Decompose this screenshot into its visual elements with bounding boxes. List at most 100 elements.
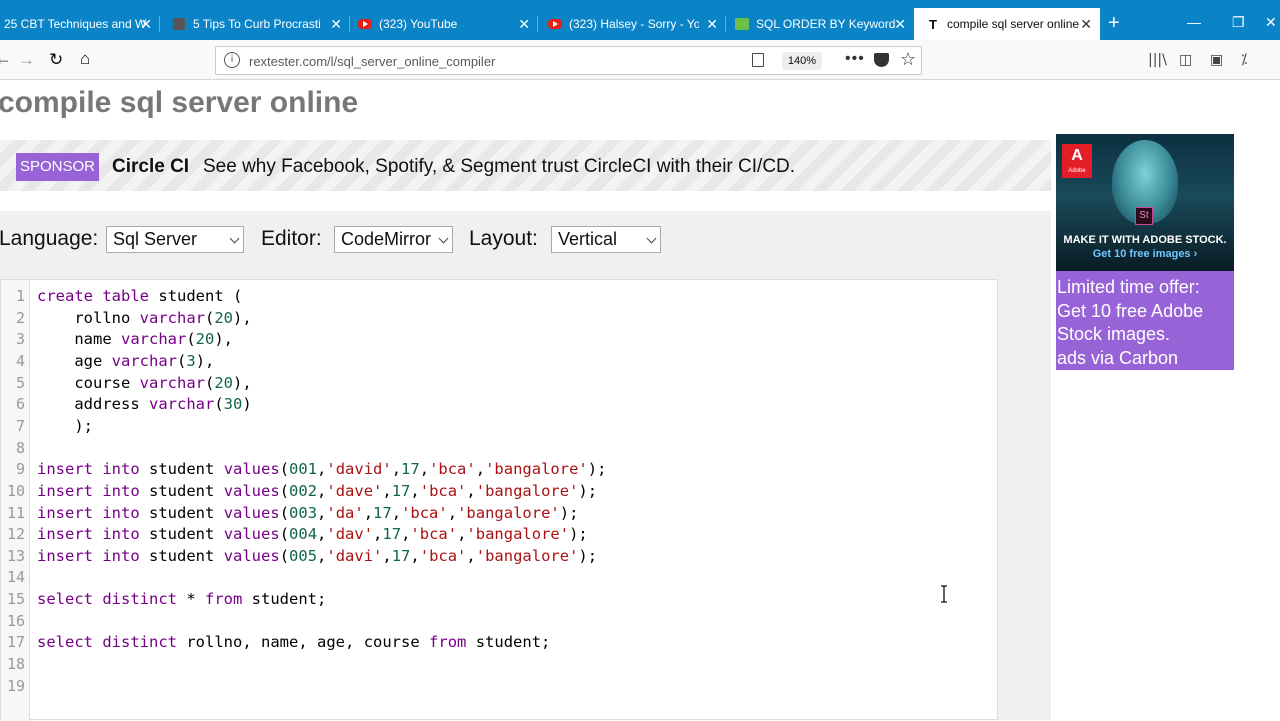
sponsor-badge[interactable]: SPONSOR xyxy=(16,153,99,181)
address-bar[interactable]: i rextester.com/l/sql_server_online_comp… xyxy=(215,46,922,75)
chevron-down-icon xyxy=(646,233,657,244)
line-number: 6 xyxy=(15,395,25,414)
line-number: 7 xyxy=(15,416,25,435)
code-text[interactable]: rollno varchar(20), xyxy=(37,308,251,329)
menu-icon[interactable]: ⁒ xyxy=(1241,52,1247,68)
screenshot-icon[interactable]: ▣ xyxy=(1210,52,1223,68)
zoom-level[interactable]: 140% xyxy=(782,52,822,70)
close-icon[interactable]: ✕ xyxy=(518,16,530,33)
library-icon[interactable]: |||\ xyxy=(1148,52,1167,68)
sponsor-text[interactable]: See why Facebook, Spotify, & Segment tru… xyxy=(203,156,795,178)
code-text[interactable]: insert into student values(004,'dav',17,… xyxy=(37,524,588,545)
tab-procrastination[interactable]: 5 Tips To Curb Procrastin ✕ xyxy=(160,10,350,38)
ad-text[interactable]: Limited time offer: Get 10 free Adobe St… xyxy=(1056,271,1234,370)
more-actions-icon[interactable]: ••• xyxy=(845,50,865,68)
tab-title: 5 Tips To Curb Procrastin xyxy=(193,17,321,31)
code-text[interactable]: address varchar(30) xyxy=(37,394,251,415)
code-text[interactable]: ); xyxy=(37,416,93,437)
code-editor[interactable]: 1 create table student ( 2 rollno varchar(… xyxy=(0,279,998,721)
line-number: 4 xyxy=(15,351,25,370)
line-number: 10 xyxy=(6,481,25,500)
code-text[interactable]: insert into student values(002,'dave',17… xyxy=(37,481,597,502)
close-icon[interactable]: ✕ xyxy=(140,16,152,33)
pocket-icon[interactable] xyxy=(874,53,889,67)
reader-view-icon[interactable] xyxy=(752,53,764,67)
line-number: 15 xyxy=(6,590,25,609)
line-number: 13 xyxy=(6,546,25,565)
line-number: 5 xyxy=(15,373,25,392)
close-window-icon[interactable]: ✕ xyxy=(1265,14,1277,31)
code-text[interactable]: insert into student values(005,'davi',17… xyxy=(37,546,597,567)
text-cursor-icon xyxy=(941,585,947,603)
page-title: compile sql server online xyxy=(0,86,359,119)
language-label: Language: xyxy=(0,227,99,250)
line-number: 19 xyxy=(6,676,25,695)
reload-icon[interactable]: ↻ xyxy=(49,50,63,70)
tab-sql-order-by[interactable]: SQL ORDER BY Keyword ✕ xyxy=(726,10,914,38)
sponsor-name[interactable]: Circle CI xyxy=(112,156,189,178)
ad-subline[interactable]: Get 10 free images › xyxy=(1056,248,1234,260)
language-select[interactable]: Sql Server xyxy=(106,226,244,253)
close-icon[interactable]: ✕ xyxy=(894,16,906,33)
code-text[interactable]: name varchar(20), xyxy=(37,329,233,350)
tab-title: (323) Halsey - Sorry - You xyxy=(569,17,699,31)
adobe-logo-icon: A Adobe xyxy=(1062,144,1092,178)
restore-icon[interactable]: ❐ xyxy=(1232,14,1245,31)
new-tab-icon[interactable]: + xyxy=(1108,12,1120,35)
home-icon[interactable]: ⌂ xyxy=(80,49,90,69)
line-number: 2 xyxy=(15,308,25,327)
editor-value: CodeMirror xyxy=(341,229,432,249)
line-number: 8 xyxy=(15,438,25,457)
close-icon[interactable]: ✕ xyxy=(330,16,342,33)
layout-value: Vertical xyxy=(558,229,618,249)
sidebar-icon[interactable]: ◫ xyxy=(1179,52,1192,68)
youtube-icon xyxy=(358,17,372,31)
back-icon[interactable]: ← xyxy=(0,48,12,69)
w3-icon xyxy=(735,17,749,31)
tab-cbt-techniques[interactable]: 25 CBT Techniques and W ✕ xyxy=(0,10,160,38)
adobe-stock-icon: St xyxy=(1135,207,1153,225)
ad-text-line: Limited time offer: xyxy=(1057,277,1200,297)
ad-via-carbon[interactable]: ads via Carbon xyxy=(1057,347,1234,371)
tab-youtube[interactable]: (323) YouTube ✕ xyxy=(350,10,538,38)
line-number: 16 xyxy=(6,611,25,630)
code-text[interactable]: insert into student values(003,'da',17,'… xyxy=(37,503,578,524)
tab-halsey-sorry[interactable]: (323) Halsey - Sorry - You ✕ xyxy=(538,10,726,38)
code-text[interactable]: insert into student values(001,'david',1… xyxy=(37,459,606,480)
box-icon xyxy=(172,17,186,31)
line-number: 1 xyxy=(15,287,25,305)
tab-compile-sql-server[interactable]: T compile sql server online ✕ xyxy=(914,8,1100,40)
line-number: 17 xyxy=(6,633,25,652)
language-value: Sql Server xyxy=(113,229,198,249)
ad-image[interactable]: A Adobe St MAKE IT WITH ADOBE STOCK. Get … xyxy=(1056,134,1234,271)
line-number: 9 xyxy=(15,460,25,479)
minimize-icon[interactable]: — xyxy=(1187,14,1201,30)
url-text[interactable]: rextester.com/l/sql_server_online_compil… xyxy=(249,54,495,69)
line-number: 12 xyxy=(6,525,25,544)
layout-select[interactable]: Vertical xyxy=(551,226,661,253)
forward-icon[interactable]: → xyxy=(18,50,35,70)
code-text[interactable]: select distinct rollno, name, age, cours… xyxy=(37,632,550,653)
t-icon: T xyxy=(929,16,937,32)
close-icon[interactable]: ✕ xyxy=(1080,16,1092,33)
navigation-toolbar: ← → ↻ ⌂ i rextester.com/l/sql_server_onl… xyxy=(0,40,1280,80)
layout-label: Layout: xyxy=(469,227,538,250)
line-number: 11 xyxy=(6,503,25,522)
code-text[interactable]: select distinct * from student; xyxy=(37,589,326,610)
line-number: 18 xyxy=(6,655,25,674)
youtube-icon xyxy=(548,17,562,31)
ad-text-line: Get 10 free Adobe xyxy=(1057,300,1204,321)
editor-select[interactable]: CodeMirror xyxy=(334,226,453,253)
bookmark-star-icon[interactable]: ☆ xyxy=(900,49,916,70)
code-text[interactable]: create table student ( xyxy=(37,286,242,307)
line-number: 14 xyxy=(6,568,25,587)
tab-title: compile sql server online xyxy=(947,17,1080,31)
close-icon[interactable]: ✕ xyxy=(706,16,718,33)
code-text[interactable]: course varchar(20), xyxy=(37,373,251,394)
info-icon[interactable]: i xyxy=(224,52,240,68)
chevron-down-icon xyxy=(438,233,449,244)
line-number: 3 xyxy=(15,330,25,349)
ad-text-line: Stock images. xyxy=(1057,324,1171,344)
carbon-ad[interactable]: A Adobe St MAKE IT WITH ADOBE STOCK. Get … xyxy=(1056,134,1234,370)
code-text[interactable]: age varchar(3), xyxy=(37,351,214,372)
